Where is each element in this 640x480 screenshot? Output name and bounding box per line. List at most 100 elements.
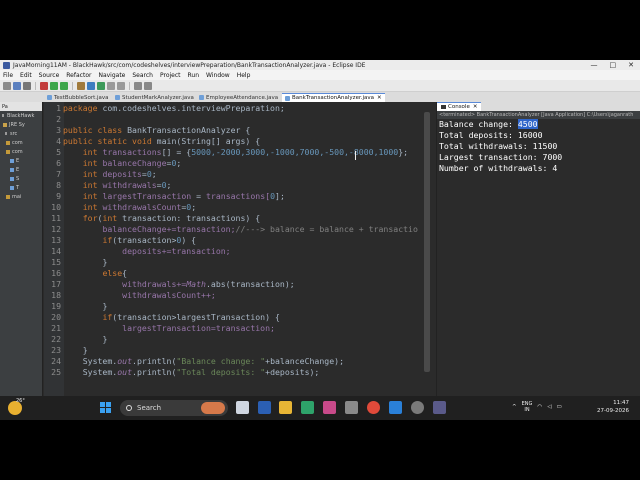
save-icon[interactable] [13, 81, 21, 90]
menu-search[interactable]: Search [132, 72, 153, 79]
menu-help[interactable]: Help [237, 72, 251, 79]
open-type-icon[interactable] [107, 81, 115, 90]
library-icon [3, 122, 7, 127]
back-icon[interactable] [134, 81, 142, 90]
menu-edit[interactable]: Edit [20, 72, 32, 79]
wifi-icon[interactable]: ◠ [537, 404, 542, 410]
tab-bank-transaction-analyzer[interactable]: BankTransactionAnalyzer.java ✕ [282, 93, 385, 102]
code-line[interactable]: 6 int balanceChange=0; [44, 158, 432, 169]
menu-refactor[interactable]: Refactor [66, 72, 91, 79]
editor-scrollbar[interactable] [424, 112, 430, 372]
app-icon[interactable] [301, 401, 314, 414]
menu-run[interactable]: Run [188, 72, 200, 79]
search-icon[interactable] [117, 81, 125, 90]
vscode-icon[interactable] [389, 401, 402, 414]
code-line[interactable]: 20 if(transaction>largestTransaction) { [44, 312, 432, 323]
code-line[interactable]: 15 } [44, 257, 432, 268]
new-java-project-icon[interactable] [77, 81, 85, 90]
close-button[interactable]: ✕ [628, 61, 634, 69]
new-icon[interactable] [3, 81, 11, 90]
close-tab-icon[interactable]: ✕ [377, 95, 382, 101]
tree-item[interactable]: S [0, 174, 42, 183]
mail-icon[interactable] [345, 401, 358, 414]
code-line[interactable]: 2 [44, 114, 432, 125]
code-line[interactable]: 10 int withdrawalsCount=0; [44, 202, 432, 213]
code-line[interactable]: 16 else{ [44, 268, 432, 279]
code-line[interactable]: 24 System.out.println("Balance change: "… [44, 356, 432, 367]
code-line[interactable]: 17 withdrawals+=Math.abs(transaction); [44, 279, 432, 290]
code-line[interactable]: 21 largestTransaction=transaction; [44, 323, 432, 334]
code-line[interactable]: 7 int deposits=0; [44, 169, 432, 180]
minimize-button[interactable]: — [591, 61, 598, 69]
run-dropdown-icon[interactable] [60, 81, 68, 90]
title-bar: JavaMorning11AM - BlackHawk/src/com/code… [0, 60, 640, 70]
menu-window[interactable]: Window [206, 72, 230, 79]
taskbar-search[interactable]: Search [120, 400, 228, 416]
volume-icon[interactable]: ◁ [547, 404, 551, 410]
new-class-icon[interactable] [97, 81, 105, 90]
tab-test-bubble-sort[interactable]: TestBubbleSort.java [44, 93, 112, 102]
menu-file[interactable]: File [3, 72, 13, 79]
tree-item[interactable]: src [0, 129, 42, 138]
console-icon [441, 105, 446, 109]
tab-student-mark-analyzer[interactable]: StudentMarkAnalyzer.java [112, 93, 197, 102]
file-explorer-icon[interactable] [279, 401, 292, 414]
code-line[interactable]: 14 deposits+=transaction; [44, 246, 432, 257]
start-button[interactable] [100, 402, 111, 413]
task-view-icon[interactable] [236, 401, 249, 414]
code-line[interactable]: 4 public static void main(String[] args) … [44, 136, 432, 147]
console-output-line[interactable]: Total deposits: 16000 [437, 130, 640, 141]
eclipse-taskbar-icon[interactable] [433, 401, 446, 414]
windows-logo-icon [106, 402, 111, 407]
selected-text[interactable]: 4500 [517, 119, 538, 129]
code-line[interactable]: 1 package com.codeshelves.interviewPrepar… [44, 103, 432, 114]
tree-item[interactable]: E [0, 156, 42, 165]
code-line[interactable]: 12 balanceChange+=transaction;//---> bal… [44, 224, 432, 235]
code-line[interactable]: 8 int withdrawals=0; [44, 180, 432, 191]
code-line[interactable]: 18 withdrawalsCount++; [44, 290, 432, 301]
tree-item[interactable]: com [0, 138, 42, 147]
console-output-line[interactable]: Total withdrawals: 11500 [437, 141, 640, 152]
chevron-down-icon[interactable] [5, 132, 8, 135]
tree-item[interactable]: T [0, 183, 42, 192]
close-tab-icon[interactable]: ✕ [473, 104, 478, 110]
paint-icon[interactable] [323, 401, 336, 414]
save-all-icon[interactable] [23, 81, 31, 90]
word-icon[interactable] [258, 401, 271, 414]
console-output-line[interactable]: Balance change: 4500 [437, 119, 640, 130]
console-output-line[interactable]: Largest transaction: 7000 [437, 152, 640, 163]
tree-item[interactable]: com [0, 147, 42, 156]
battery-icon[interactable]: ▭ [556, 404, 561, 410]
debug-icon[interactable] [40, 81, 48, 90]
code-line[interactable]: 5 int transactions[] = {5000,-2000,3000,… [44, 147, 432, 158]
tree-item[interactable]: JRE Sy [0, 120, 42, 129]
code-line[interactable]: 13 if(transaction>0) { [44, 235, 432, 246]
code-line[interactable]: 25 System.out.println("Total deposits: "… [44, 367, 432, 378]
run-icon[interactable] [50, 81, 58, 90]
tree-item[interactable]: E [0, 165, 42, 174]
chevron-down-icon[interactable] [2, 114, 5, 117]
language-indicator[interactable]: ENG IN [522, 401, 533, 413]
code-line[interactable]: 3 public class BankTransactionAnalyzer { [44, 125, 432, 136]
forward-icon[interactable] [144, 81, 152, 90]
code-line[interactable]: 9 int largestTransaction = transactions[… [44, 191, 432, 202]
tree-item[interactable]: BlackHawk [0, 111, 42, 120]
code-line[interactable]: 23 } [44, 345, 432, 356]
chrome-icon[interactable] [367, 401, 380, 414]
tab-console[interactable]: Console ✕ [437, 102, 482, 111]
code-line[interactable]: 11 for(int transaction: transactions) { [44, 213, 432, 224]
chevron-up-icon[interactable]: ^ [512, 404, 517, 410]
menu-project[interactable]: Project [160, 72, 181, 79]
taskbar-clock[interactable]: 11:47 27-09-2026 [597, 399, 629, 415]
new-package-icon[interactable] [87, 81, 95, 90]
code-editor[interactable]: 1 package com.codeshelves.interviewPrepar… [44, 102, 432, 420]
menu-source[interactable]: Source [39, 72, 60, 79]
console-output-line[interactable]: Number of withdrawals: 4 [437, 163, 640, 174]
code-line[interactable]: 19 } [44, 301, 432, 312]
tab-employee-attendance[interactable]: EmployeeAttendance.java [196, 93, 281, 102]
obs-icon[interactable] [411, 401, 424, 414]
menu-navigate[interactable]: Navigate [98, 72, 125, 79]
tree-item[interactable]: mai [0, 192, 42, 201]
code-line[interactable]: 22 } [44, 334, 432, 345]
maximize-button[interactable]: □ [610, 61, 617, 69]
